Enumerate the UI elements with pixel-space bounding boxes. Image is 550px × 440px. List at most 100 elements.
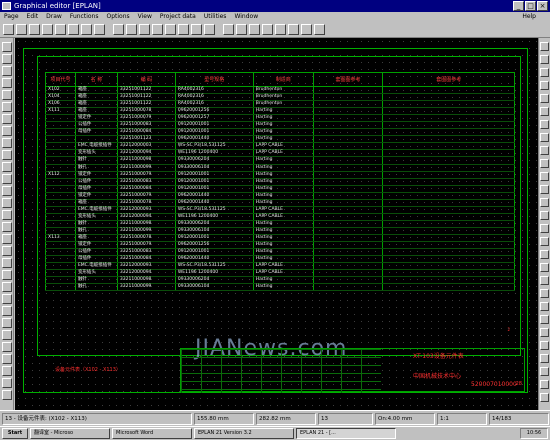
toolbar-button[interactable] <box>126 24 137 35</box>
left-tool-button[interactable] <box>2 102 12 112</box>
right-tool-button[interactable] <box>540 367 549 376</box>
toolbar-button[interactable] <box>301 24 312 35</box>
right-tool-button[interactable] <box>540 68 549 77</box>
toolbar-button[interactable] <box>249 24 260 35</box>
toolbar-button[interactable] <box>204 24 215 35</box>
menu-functions[interactable]: Functions <box>70 12 99 22</box>
toolbar-button[interactable] <box>191 24 202 35</box>
right-tool-button[interactable] <box>540 224 549 233</box>
right-tool-button[interactable] <box>540 211 549 220</box>
menu-project-data[interactable]: Project data <box>160 12 196 22</box>
right-tool-button[interactable] <box>540 120 549 129</box>
task-translation[interactable]: 翻译室 - Microso <box>30 428 110 439</box>
left-tool-button[interactable] <box>2 366 12 376</box>
left-tool-button[interactable] <box>2 282 12 292</box>
left-tool-button[interactable] <box>2 114 12 124</box>
toolbar-button[interactable] <box>139 24 150 35</box>
toolbar-button[interactable] <box>152 24 163 35</box>
toolbar-button[interactable] <box>55 24 66 35</box>
right-tool-button[interactable] <box>540 107 549 116</box>
left-tool-button[interactable] <box>2 174 12 184</box>
toolbar-button[interactable] <box>16 24 27 35</box>
menu-view[interactable]: View <box>138 12 152 22</box>
task-eplan-editor[interactable]: EPLAN 21 - [... <box>296 428 396 439</box>
left-tool-button[interactable] <box>2 138 12 148</box>
menu-window[interactable]: Window <box>234 12 258 22</box>
left-tool-button[interactable] <box>2 306 12 316</box>
left-tool-button[interactable] <box>2 330 12 340</box>
minimize-button[interactable]: _ <box>513 1 524 11</box>
right-tool-button[interactable] <box>540 55 549 64</box>
close-button[interactable]: × <box>537 1 548 11</box>
right-tool-button[interactable] <box>540 146 549 155</box>
left-tool-button[interactable] <box>2 54 12 64</box>
left-tool-button[interactable] <box>2 390 12 400</box>
right-tool-button[interactable] <box>540 289 549 298</box>
right-tool-button[interactable] <box>540 42 549 51</box>
left-tool-button[interactable] <box>2 186 12 196</box>
right-tool-button[interactable] <box>540 328 549 337</box>
maximize-button[interactable]: □ <box>525 1 536 11</box>
menu-options[interactable]: Options <box>106 12 129 22</box>
toolbar-button[interactable] <box>223 24 234 35</box>
toolbar-button[interactable] <box>68 24 79 35</box>
menu-help[interactable]: Help <box>522 12 536 22</box>
left-tool-button[interactable] <box>2 42 12 52</box>
left-tool-button[interactable] <box>2 258 12 268</box>
task-eplan[interactable]: EPLAN 21 Version 3.2 <box>194 428 294 439</box>
right-tool-button[interactable] <box>540 276 549 285</box>
left-tool-button[interactable] <box>2 318 12 328</box>
left-tool-button[interactable] <box>2 90 12 100</box>
right-tool-button[interactable] <box>540 81 549 90</box>
menu-draw[interactable]: Draw <box>46 12 62 22</box>
left-tool-button[interactable] <box>2 66 12 76</box>
left-tool-button[interactable] <box>2 294 12 304</box>
toolbar-button[interactable] <box>81 24 92 35</box>
toolbar-button[interactable] <box>42 24 53 35</box>
left-tool-button[interactable] <box>2 354 12 364</box>
menu-utilities[interactable]: Utilities <box>204 12 227 22</box>
toolbar-button[interactable] <box>288 24 299 35</box>
right-tool-button[interactable] <box>540 250 549 259</box>
drawing-canvas[interactable]: 项目代号 名 称 编 码 型号规格 制造商 套图图参考 套图图参考 X102 箱座… <box>15 38 538 410</box>
left-tool-button[interactable] <box>2 162 12 172</box>
toolbar-button[interactable] <box>262 24 273 35</box>
left-tool-button[interactable] <box>2 270 12 280</box>
right-tool-button[interactable] <box>540 341 549 350</box>
task-word[interactable]: Microsoft Word <box>112 428 192 439</box>
menu-edit[interactable]: Edit <box>27 12 39 22</box>
toolbar-button[interactable] <box>3 24 14 35</box>
right-tool-button[interactable] <box>540 172 549 181</box>
start-button[interactable]: Start <box>2 428 28 439</box>
left-tool-button[interactable] <box>2 150 12 160</box>
right-tool-button[interactable] <box>540 198 549 207</box>
left-tool-button[interactable] <box>2 198 12 208</box>
menu-page[interactable]: Page <box>4 12 19 22</box>
right-tool-button[interactable] <box>540 159 549 168</box>
right-tool-button[interactable] <box>540 237 549 246</box>
toolbar-button[interactable] <box>314 24 325 35</box>
toolbar-button[interactable] <box>165 24 176 35</box>
right-tool-button[interactable] <box>540 185 549 194</box>
left-tool-button[interactable] <box>2 126 12 136</box>
right-tool-button[interactable] <box>540 354 549 363</box>
right-tool-button[interactable] <box>540 380 549 389</box>
right-tool-button[interactable] <box>540 393 549 402</box>
toolbar-button[interactable] <box>113 24 124 35</box>
left-tool-button[interactable] <box>2 342 12 352</box>
right-tool-button[interactable] <box>540 315 549 324</box>
left-tool-button[interactable] <box>2 246 12 256</box>
right-tool-button[interactable] <box>540 133 549 142</box>
right-tool-button[interactable] <box>540 302 549 311</box>
left-tool-button[interactable] <box>2 234 12 244</box>
left-tool-button[interactable] <box>2 78 12 88</box>
toolbar-button[interactable] <box>178 24 189 35</box>
left-tool-button[interactable] <box>2 222 12 232</box>
right-tool-button[interactable] <box>540 263 549 272</box>
toolbar-button[interactable] <box>275 24 286 35</box>
left-tool-button[interactable] <box>2 210 12 220</box>
right-tool-button[interactable] <box>540 94 549 103</box>
toolbar-button[interactable] <box>94 24 105 35</box>
toolbar-button[interactable] <box>29 24 40 35</box>
left-tool-button[interactable] <box>2 378 12 388</box>
